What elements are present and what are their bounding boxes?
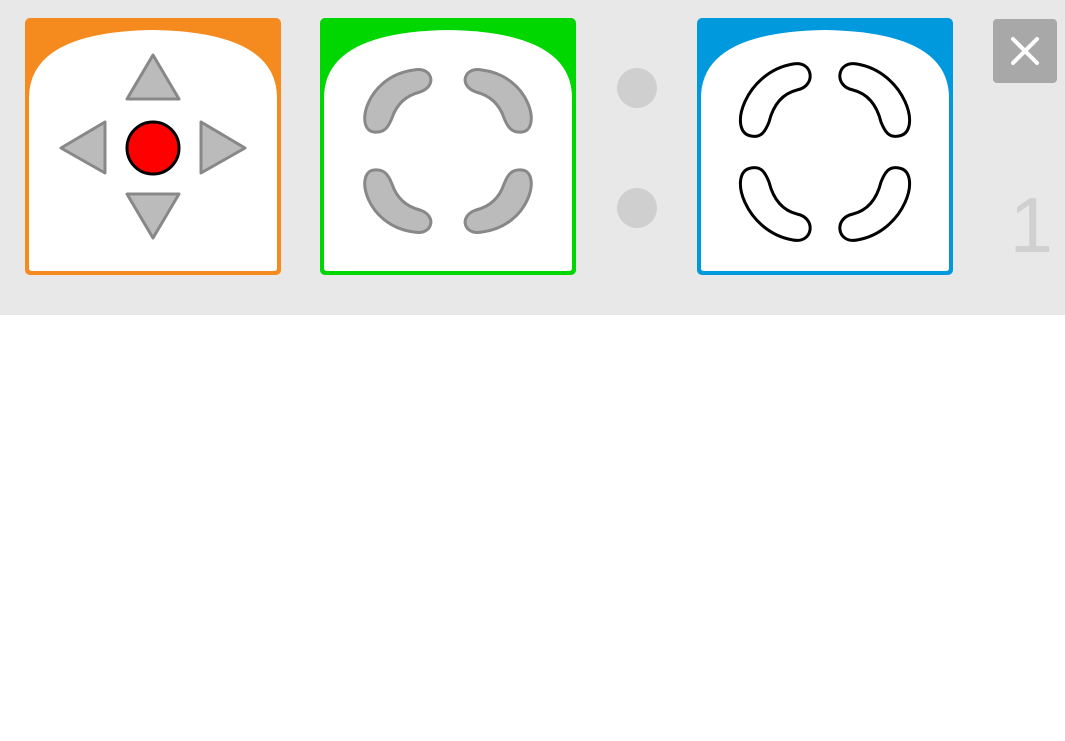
close-button[interactable]: [993, 19, 1057, 83]
block-palette-toolbar: 1: [0, 0, 1065, 315]
connector-dot-top: [617, 68, 657, 108]
connector-dot-bottom: [617, 188, 657, 228]
wheels-outline-block[interactable]: [697, 18, 953, 275]
event-directional-block[interactable]: [25, 18, 281, 275]
wheels-block[interactable]: [320, 18, 576, 275]
page-number: 1: [1009, 181, 1053, 269]
center-button-icon: [125, 120, 181, 176]
